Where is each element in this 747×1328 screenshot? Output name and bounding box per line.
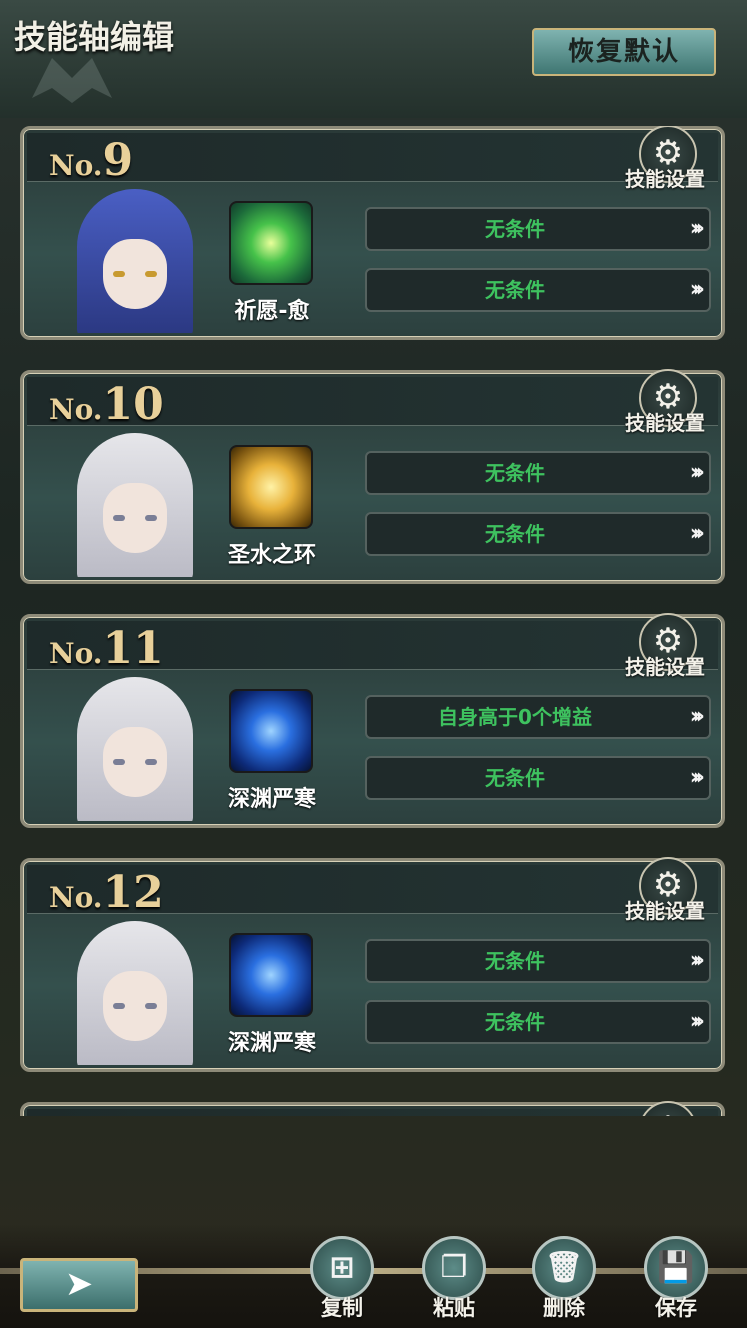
- triple-chevron-icon: ›››: [689, 948, 705, 973]
- skill-icon[interactable]: [229, 689, 313, 773]
- triple-chevron-icon: ›››: [689, 1009, 705, 1034]
- top-bar: 技能轴编辑 恢复默认: [0, 0, 747, 118]
- card-number-prefix: No.: [49, 637, 103, 670]
- card-number: No.9: [49, 135, 133, 186]
- triple-chevron-icon: ›››: [689, 765, 705, 790]
- skill-settings-button[interactable]: 技能设置: [625, 163, 705, 192]
- copy-label: 复制: [321, 1296, 363, 1320]
- condition-row[interactable]: 无条件 ›››: [365, 512, 711, 556]
- delete-label: 删除: [543, 1296, 585, 1320]
- condition-text: 无条件: [485, 949, 545, 973]
- skill-card: No.11 ⚙ 技能设置 深渊严寒 自身高于0个增益 ››› 无条件 ›››: [20, 613, 725, 828]
- skill-settings-button[interactable]: 技能设置: [625, 407, 705, 436]
- condition-row[interactable]: 无条件 ›››: [365, 756, 711, 800]
- skill-icon[interactable]: [229, 933, 313, 1017]
- condition-text: 无条件: [485, 766, 545, 790]
- card-number: No.11: [49, 623, 164, 674]
- condition-text: 无条件: [485, 461, 545, 485]
- reset-default-button[interactable]: 恢复默认: [532, 28, 716, 76]
- condition-text: 无条件: [485, 278, 545, 302]
- paste-label: 粘贴: [433, 1296, 475, 1320]
- paste-button[interactable]: ❐ 粘贴: [418, 1236, 492, 1328]
- skill-settings-button[interactable]: 技能设置: [625, 895, 705, 924]
- skill-card: No.9 ⚙ 技能设置 祈愿-愈 无条件 ››› 无条件 ›››: [20, 126, 725, 340]
- skill-card: No.12 ⚙ 技能设置 深渊严寒 无条件 ››› 无条件 ›››: [20, 857, 725, 1072]
- floppy-disk-icon: 💾: [644, 1236, 708, 1300]
- skill-icon[interactable]: [229, 201, 313, 285]
- condition-text: 无条件: [485, 217, 545, 241]
- save-label: 保存: [655, 1296, 697, 1320]
- copy-button[interactable]: ⊞ 复制: [306, 1236, 380, 1328]
- skill-icon[interactable]: [229, 445, 313, 529]
- card-number-value: 11: [102, 623, 164, 674]
- skill-name: 圣水之环: [227, 543, 316, 568]
- card-number-value: 10: [102, 379, 164, 430]
- character-portrait: [59, 427, 211, 577]
- skill-name: 深渊严寒: [227, 787, 316, 812]
- back-arrow-icon: ➤: [64, 1264, 94, 1304]
- condition-row[interactable]: 无条件 ›››: [365, 1000, 711, 1044]
- character-portrait: [59, 915, 211, 1065]
- card-number-value: 9: [102, 135, 134, 186]
- skill-name: 祈愿-愈: [234, 299, 310, 324]
- card-header: [27, 1109, 718, 1116]
- condition-text: 无条件: [485, 522, 545, 546]
- character-portrait: [59, 671, 211, 821]
- condition-row[interactable]: 自身高于0个增益 ›››: [365, 695, 711, 739]
- triple-chevron-icon: ›››: [689, 704, 705, 729]
- card-number: No.10: [49, 379, 164, 430]
- condition-row[interactable]: 无条件 ›››: [365, 939, 711, 983]
- gear-icon[interactable]: ⚙: [639, 1101, 697, 1116]
- skill-card: No.10 ⚙ 技能设置 圣水之环 无条件 ››› 无条件 ›››: [20, 369, 725, 584]
- triple-chevron-icon: ›››: [689, 521, 705, 546]
- card-number-value: 12: [102, 867, 164, 918]
- card-number: No.12: [49, 867, 164, 918]
- condition-text: 无条件: [485, 1010, 545, 1034]
- page-title: 技能轴编辑: [14, 18, 175, 56]
- skill-list[interactable]: No.9 ⚙ 技能设置 祈愿-愈 无条件 ››› 无条件 ››› No.10 ⚙…: [20, 126, 727, 1116]
- paste-icon: ❐: [422, 1236, 486, 1300]
- condition-row[interactable]: 无条件 ›››: [365, 451, 711, 495]
- copy-icon: ⊞: [310, 1236, 374, 1300]
- back-button[interactable]: ➤: [20, 1258, 138, 1312]
- save-button[interactable]: 💾 保存: [640, 1236, 714, 1328]
- condition-row[interactable]: 无条件 ›››: [365, 207, 711, 251]
- character-portrait: [59, 183, 211, 333]
- skill-card-partial: ⚙: [20, 1101, 725, 1116]
- card-number-prefix: No.: [49, 149, 103, 182]
- card-number-prefix: No.: [49, 881, 103, 914]
- delete-button[interactable]: 🗑 删除: [528, 1236, 602, 1328]
- skill-settings-button[interactable]: 技能设置: [625, 651, 705, 680]
- triple-chevron-icon: ›››: [689, 277, 705, 302]
- condition-row[interactable]: 无条件 ›››: [365, 268, 711, 312]
- skill-name: 深渊严寒: [227, 1031, 316, 1056]
- trash-icon: 🗑: [532, 1236, 596, 1300]
- condition-text: 自身高于0个增益: [438, 705, 592, 729]
- card-number-prefix: No.: [49, 393, 103, 426]
- triple-chevron-icon: ›››: [689, 216, 705, 241]
- triple-chevron-icon: ›››: [689, 460, 705, 485]
